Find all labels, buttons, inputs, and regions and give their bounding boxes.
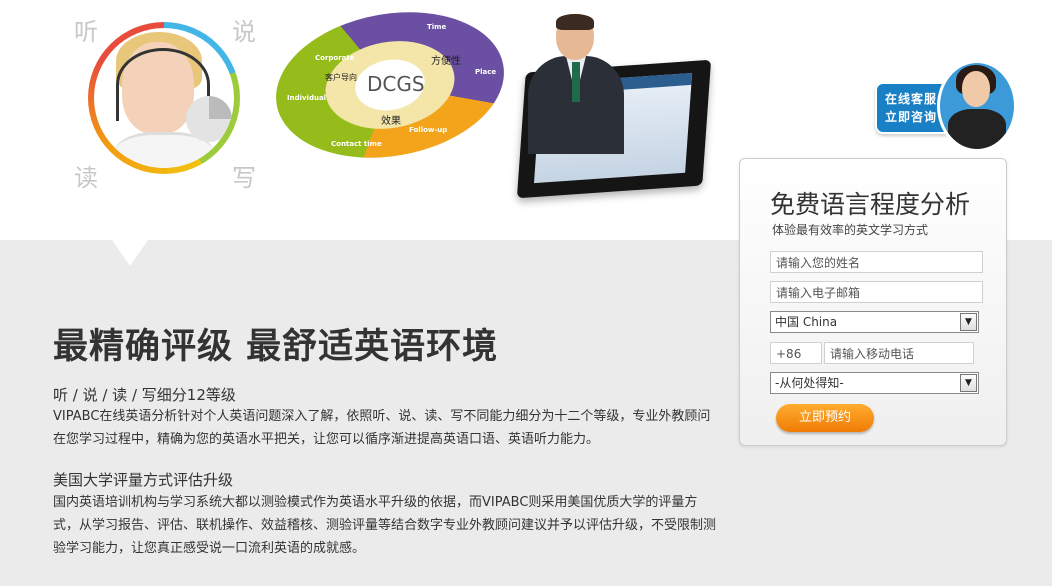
chevron-down-icon[interactable]: ▼ [960,313,977,331]
form-title: 免费语言程度分析 [770,190,971,219]
country-select-value: 中国 China [775,315,838,329]
service-line1: 在线客服 [885,92,938,106]
dcgs-label-corporate: Corporate [315,54,355,62]
write-char: 写 [232,164,256,192]
dcgs-cn-convenience: 方便性 [431,56,461,67]
banner-notch [112,240,148,266]
service-avatar [937,60,1017,152]
section2-title: 美国大学评量方式评估升级 [53,471,234,489]
chevron-down-icon[interactable]: ▼ [960,374,977,392]
phone-prefix[interactable]: +86 [770,342,822,364]
listen-char: 听 [74,18,98,46]
dcgs-diagram: DCGS Time Place Follow-up Contact time I… [264,0,516,175]
analysis-form: 免费语言程度分析 体验最有效率的英文学习方式 请输入您的姓名 请输入电子邮箱 中… [739,158,1007,446]
name-input[interactable]: 请输入您的姓名 [770,251,983,273]
country-select[interactable]: 中国 China ▼ [770,311,979,333]
form-subtitle: 体验最有效率的英文学习方式 [772,223,929,237]
speak-char: 说 [232,18,256,46]
section2-text: 国内英语培训机构与学习系统大都以测验模式作为英语水平升级的依据，而VIPABC则… [53,495,717,556]
read-char: 读 [74,164,98,192]
consultant-photo [94,28,234,168]
service-line2: 立即咨询 [885,110,938,124]
dcgs-label-followup: Follow-up [409,126,448,134]
dcgs-label-time: Time [427,23,447,31]
phone-input[interactable]: 请输入移动电话 [824,342,974,364]
colored-ring [88,22,240,174]
dcgs-label-contact-time: Contact time [331,140,382,148]
dcgs-label-individual: Individual [287,94,327,102]
section1-text: VIPABC在线英语分析针对个人英语问题深入了解，依照听、说、读、写不同能力细分… [53,409,711,447]
dcgs-label-place: Place [475,68,497,76]
email-input[interactable]: 请输入电子邮箱 [770,281,983,303]
submit-button[interactable]: 立即预约 [776,404,874,432]
source-select-value: -从何处得知- [775,376,844,390]
dcgs-cn-customer: 客户导向 [325,73,357,82]
businessman [528,14,624,154]
source-select[interactable]: -从何处得知- ▼ [770,372,979,394]
dcgs-title: DCGS [367,72,425,96]
pie-chart-icon [186,96,232,142]
online-service-badge[interactable]: 在线客服 立即咨询 [875,60,1017,152]
section1-title: 听 / 说 / 读 / 写细分12等级 [53,386,236,404]
page-headline: 最精确评级 最舒适英语环境 [53,327,499,367]
dcgs-cn-effect: 效果 [381,116,401,127]
